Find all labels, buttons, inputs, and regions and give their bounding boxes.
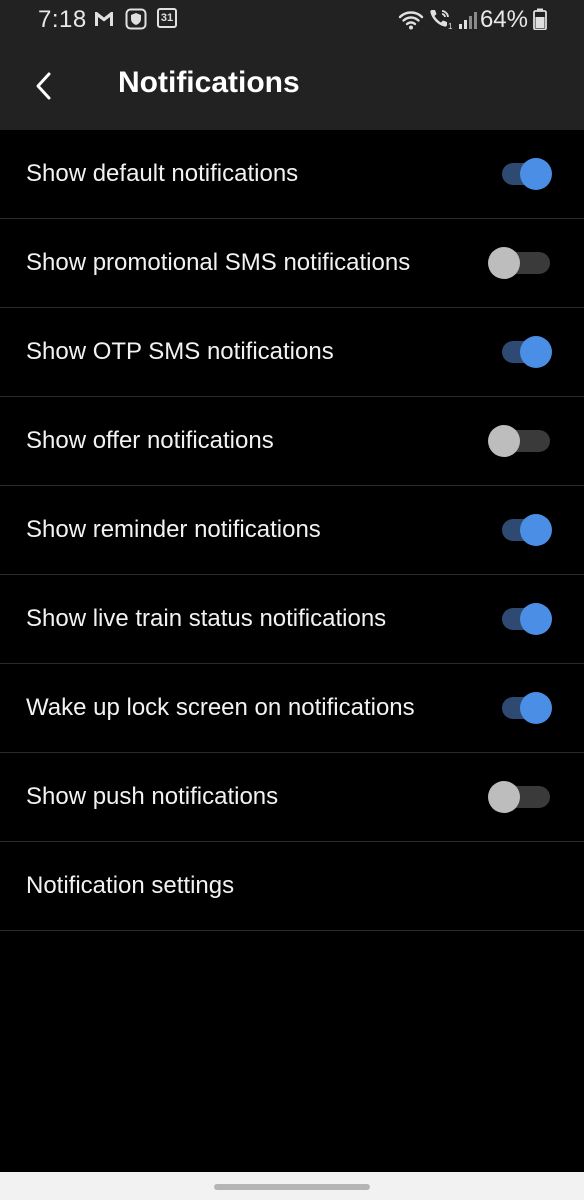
home-gesture-handle[interactable] [214, 1184, 370, 1190]
toggle-thumb [520, 692, 552, 724]
battery-icon [533, 8, 547, 30]
battery-percent: 64% [479, 6, 528, 33]
toggle-thumb [520, 514, 552, 546]
setting-label: Wake up lock screen on notifications [26, 694, 415, 721]
shield-app-icon [125, 8, 147, 30]
setting-show-reminder-notifications[interactable]: Show reminder notifications [0, 486, 584, 575]
toggle-switch[interactable] [488, 781, 552, 813]
setting-show-live-train-status-notifications[interactable]: Show live train status notifications [0, 575, 584, 664]
app-bar: Notifications [0, 40, 584, 130]
back-button[interactable] [16, 58, 72, 114]
setting-show-promotional-sms-notifications[interactable]: Show promotional SMS notifications [0, 219, 584, 308]
settings-list: Show default notifications Show promotio… [0, 130, 584, 931]
toggle-switch[interactable] [500, 336, 552, 368]
toggle-thumb [488, 425, 520, 457]
status-bar: 7:18 31 1 64% [0, 0, 584, 40]
setting-label: Show offer notifications [26, 427, 274, 454]
toggle-switch[interactable] [500, 603, 552, 635]
gmail-icon [95, 12, 113, 26]
setting-label: Show live train status notifications [26, 605, 387, 632]
setting-show-push-notifications[interactable]: Show push notifications [0, 753, 584, 842]
setting-label: Show default notifications [26, 160, 299, 187]
toggle-switch[interactable] [488, 425, 552, 457]
setting-notification-settings[interactable]: Notification settings [0, 842, 584, 931]
status-time: 7:18 [38, 6, 87, 33]
setting-label: Show OTP SMS notifications [26, 338, 334, 365]
navigation-bar [0, 1172, 584, 1200]
setting-show-offer-notifications[interactable]: Show offer notifications [0, 397, 584, 486]
toggle-thumb [520, 158, 552, 190]
toggle-switch[interactable] [500, 692, 552, 724]
toggle-thumb [488, 781, 520, 813]
setting-label: Show promotional SMS notifications [26, 249, 411, 276]
setting-label: Show push notifications [26, 783, 279, 810]
setting-label: Notification settings [26, 872, 235, 899]
toggle-thumb [520, 336, 552, 368]
calendar-day: 31 [160, 12, 174, 24]
svg-text:1: 1 [448, 22, 453, 31]
toggle-switch[interactable] [500, 514, 552, 546]
setting-show-otp-sms-notifications[interactable]: Show OTP SMS notifications [0, 308, 584, 397]
signal-icon [459, 12, 477, 29]
page-title: Notifications [118, 66, 300, 99]
toggle-thumb [520, 603, 552, 635]
setting-wake-up-lock-screen[interactable]: Wake up lock screen on notifications [0, 664, 584, 753]
chevron-left-icon [36, 72, 51, 100]
wifi-calling-icon: 1 [430, 10, 453, 31]
wifi-icon [398, 11, 424, 30]
setting-label: Show reminder notifications [26, 516, 321, 543]
toggle-switch[interactable] [488, 247, 552, 279]
calendar-icon: 31 [157, 8, 177, 28]
toggle-thumb [488, 247, 520, 279]
setting-show-default-notifications[interactable]: Show default notifications [0, 130, 584, 219]
toggle-switch[interactable] [500, 158, 552, 190]
